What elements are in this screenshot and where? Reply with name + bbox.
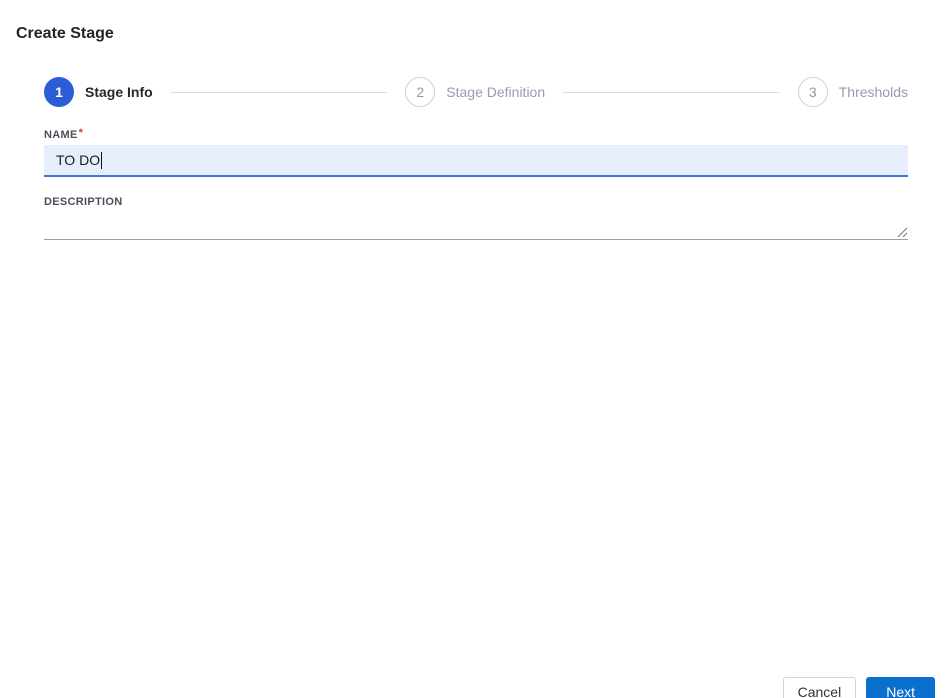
name-input[interactable]: TO DO — [44, 145, 908, 177]
step-3-circle: 3 — [797, 77, 828, 107]
stepper-step-stage-definition[interactable]: 2 Stage Definition — [405, 77, 545, 107]
stepper-step-thresholds[interactable]: 3 Thresholds — [797, 77, 908, 107]
description-field-label: DESCRIPTION — [44, 196, 123, 208]
required-asterisk: * — [78, 127, 84, 139]
description-textarea[interactable] — [44, 211, 908, 240]
name-label-text: NAME — [44, 129, 78, 141]
stepper-step-stage-info[interactable]: 1 Stage Info — [44, 77, 153, 107]
text-caret — [101, 151, 103, 169]
stepper: 1 Stage Info 2 Stage Definition 3 Thresh… — [44, 77, 908, 107]
footer-actions: Cancel Next — [782, 677, 935, 698]
next-button[interactable]: Next — [866, 677, 935, 698]
stepper-connector — [563, 91, 780, 93]
step-2-label: Stage Definition — [446, 84, 546, 100]
description-textarea-wrap — [44, 211, 908, 240]
stage-info-form: NAME* TO DO DESCRIPTION — [44, 127, 908, 240]
step-3-label: Thresholds — [838, 84, 908, 100]
stepper-connector — [170, 91, 388, 93]
name-input-value: TO DO — [56, 152, 101, 168]
step-1-label: Stage Info — [85, 84, 153, 100]
step-2-circle: 2 — [405, 77, 436, 107]
cancel-button[interactable]: Cancel — [782, 677, 857, 698]
page-title: Create Stage — [16, 25, 114, 42]
step-1-circle: 1 — [44, 77, 74, 107]
name-field-label: NAME* — [44, 127, 908, 142]
